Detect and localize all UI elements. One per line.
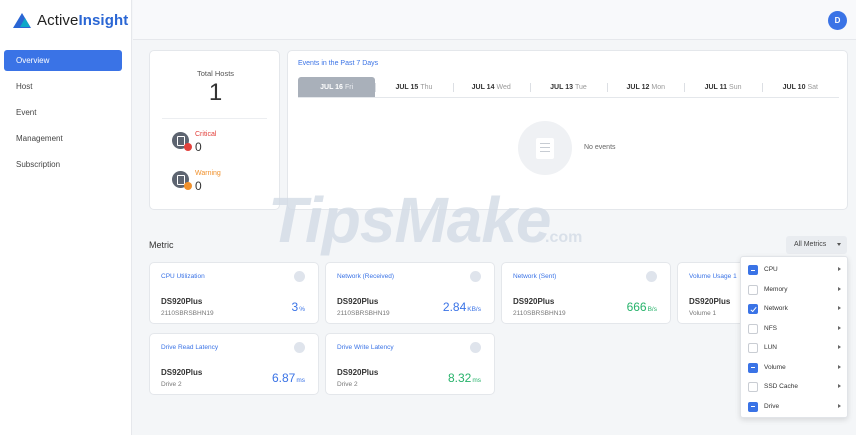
checkbox[interactable] [748,401,758,412]
metric-card-serial: 2110SBRSBHN19 [161,310,214,317]
sidebar-item-management[interactable]: Management [4,128,122,149]
metric-card-title: Volume Usage 1 [689,273,737,280]
metric-card-title: Network (Sent) [513,273,557,280]
chevron-right-icon [838,286,841,291]
metric-card-cpu[interactable]: CPU Utilization DS920Plus 2110SBRSBHN19 … [149,262,319,324]
metric-card-value: 3% [291,300,305,314]
tab-day[interactable]: JUL 10 Sat [761,77,839,97]
menu-item-ssd-cache[interactable]: SSD Cache [741,377,847,397]
checkbox[interactable] [748,362,758,373]
critical-value: 0 [195,140,202,154]
tab-day[interactable]: JUL 14 Wed [452,77,530,97]
sidebar-item-subscription[interactable]: Subscription [4,154,122,175]
metric-card-value: 6.87ms [271,371,305,385]
metric-card-title: Drive Write Latency [337,344,394,351]
metric-card-host: DS920Plus [161,297,203,306]
metric-card-host: DS920Plus [337,368,379,377]
sidebar-item-overview[interactable]: Overview [4,50,122,71]
metric-card-title: Drive Read Latency [161,344,219,351]
metric-card-serial: 2110SBRSBHN19 [337,310,390,317]
chevron-right-icon [838,325,841,330]
all-metrics-label: All Metrics [794,241,827,248]
metric-card-value: 8.32ms [447,371,481,385]
logo-icon [13,13,31,28]
critical-label: Critical [195,131,217,138]
sidebar-item-event[interactable]: Event [4,102,122,123]
metric-card-drive-read-latency[interactable]: Drive Read Latency DS920Plus Drive 2 6.8… [149,333,319,395]
menu-item-lun[interactable]: LUN [741,338,847,358]
settings-dot-icon[interactable] [646,271,657,282]
metric-card-network-received[interactable]: Network (Received) DS920Plus 2110SBRSBHN… [325,262,495,324]
no-events-text: No events [584,144,616,151]
metric-title: Metric [149,240,174,250]
metrics-menu: CPU Memory Network NFS LUN Volume SSD Ca… [740,256,848,418]
metric-card-drive-write-latency[interactable]: Drive Write Latency DS920Plus Drive 2 8.… [325,333,495,395]
watermark: TipsMake [268,184,551,256]
checkbox[interactable] [748,265,758,275]
metric-card-drive: Drive 2 [161,381,182,388]
metric-card-volume: Volume 1 [689,310,717,317]
day-tabs: JUL 16 Fri JUL 15 Thu JUL 14 Wed JUL 13 Tue … [298,77,839,98]
total-hosts-label: Total Hosts [196,69,235,78]
tab-day[interactable]: JUL 15 Thu [375,77,452,97]
sidebar-nav: Overview Host Event Management Subscript… [4,50,122,180]
settings-dot-icon[interactable] [294,342,305,353]
metric-card-host: DS920Plus [161,368,203,377]
chevron-right-icon [838,403,841,408]
metric-card-drive: Drive 2 [337,381,358,388]
metric-card-host: DS920Plus [689,297,731,306]
metric-card-title: CPU Utilization [161,273,205,280]
tab-day[interactable]: JUL 12 Mon [607,77,684,97]
warning-value: 0 [195,179,202,193]
menu-item-volume[interactable]: Volume [741,358,847,378]
checkbox[interactable] [748,284,758,295]
menu-item-memory[interactable]: Memory [741,280,847,300]
checkbox[interactable] [748,382,758,392]
settings-dot-icon[interactable] [470,271,481,282]
metric-card-value: 2.84KB/s [442,300,481,314]
critical-summary[interactable]: Critical 0 [172,131,216,154]
server-critical-icon [172,132,192,151]
tab-day[interactable]: JUL 13 Tue [529,77,607,97]
chevron-right-icon [838,306,841,310]
metric-card-network-sent[interactable]: Network (Sent) DS920Plus 2110SBRSBHN19 6… [501,262,671,324]
metric-card-host: DS920Plus [513,297,555,306]
warning-summary[interactable]: Warning 0 [172,170,221,193]
document-icon [536,138,554,159]
tab-day[interactable]: JUL 11 Sun [684,77,761,97]
events-title: Events in the Past 7 Days [298,60,379,67]
metric-card-value: 666B/s [626,300,657,314]
menu-item-nfs[interactable]: NFS [741,319,847,339]
chevron-right-icon [838,345,841,349]
sidebar: ActiveInsight Overview Host Event Manage… [0,0,132,435]
chevron-right-icon [838,267,841,271]
all-metrics-dropdown[interactable]: All Metrics [786,236,847,254]
divider [162,118,267,119]
app-name: ActiveInsight [37,12,129,29]
chevron-right-icon [838,364,841,369]
server-warning-icon [172,171,192,190]
sidebar-item-host[interactable]: Host [4,76,122,97]
top-bar: D [133,0,856,40]
caret-down-icon [837,243,841,246]
checkbox[interactable] [748,343,758,353]
watermark-suffix: .com [545,229,583,246]
metric-card-title: Network (Received) [337,273,395,280]
tab-day[interactable]: JUL 16 Fri [298,77,376,97]
total-hosts-value[interactable]: 1 [150,79,281,107]
settings-dot-icon[interactable] [294,271,305,282]
user-avatar[interactable]: D [828,11,847,30]
hosts-summary-card: Total Hosts 1 Critical 0 Warning 0 [149,50,280,210]
menu-item-network[interactable]: Network [741,299,847,319]
checkbox[interactable] [748,304,758,314]
logo[interactable]: ActiveInsight [13,12,128,29]
chevron-right-icon [838,384,841,388]
metric-card-host: DS920Plus [337,297,379,306]
menu-item-cpu[interactable]: CPU [741,260,847,280]
metric-card-serial: 2110SBRSBHN19 [513,310,566,317]
settings-dot-icon[interactable] [470,342,481,353]
warning-label: Warning [195,170,221,177]
menu-item-drive[interactable]: Drive [741,397,847,417]
checkbox[interactable] [748,323,758,334]
